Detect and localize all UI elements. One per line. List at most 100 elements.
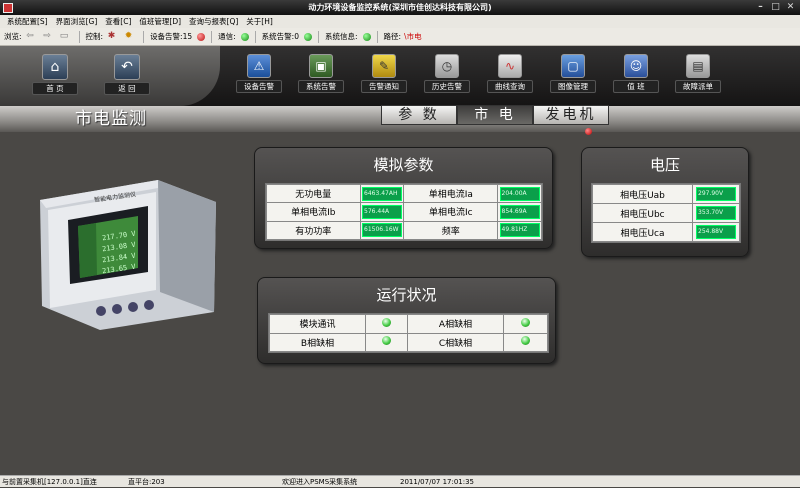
current-ia-value: 204.00A	[499, 186, 540, 201]
path-label: 路径:	[383, 32, 402, 41]
power-meter-image: 智能电力监测仪 217.70 V 213.08 V 213.84 V 213.6…	[38, 180, 218, 330]
current-ib-label: 单相电流Ib	[266, 202, 361, 222]
phase-a-loss-label: A相缺相	[407, 314, 504, 334]
menu-system-config[interactable]: 系统配置[S]	[3, 15, 52, 28]
status-table: 模块通讯 A相缺相 B相缺相 C相缺相	[268, 313, 549, 353]
status-panel-title: 运行状况	[376, 286, 437, 304]
system-alarm-button[interactable]: ▣ 系统告警	[298, 54, 344, 93]
path-value: \市电	[404, 32, 422, 41]
sys-alarm-label: 系统告警:0	[261, 32, 299, 41]
voltage-uca-label: 相电压Uca	[592, 222, 693, 242]
home-button[interactable]: ⌂ 首 页	[32, 54, 78, 95]
menu-browse[interactable]: 界面浏览[G]	[52, 15, 102, 28]
duty-button[interactable]: ☺ 值 班	[613, 54, 659, 93]
voltage-panel: 电压 相电压Uab 297.90V 相电压Ubc 353.70V 相电压Uca …	[581, 147, 749, 257]
voltage-uab-label: 相电压Uab	[592, 184, 693, 204]
device-alarm-button[interactable]: ⚠ 设备告警	[236, 54, 282, 93]
table-row: 单相电流Ib 576.44A 单相电流Ic 854.69A	[266, 202, 542, 222]
home-icon: ⌂	[42, 54, 68, 80]
notice-icon: ✎	[372, 54, 396, 78]
folder-icon[interactable]: ▭	[59, 31, 70, 42]
tab-params[interactable]: 参 数	[381, 105, 457, 125]
table-row: B相缺相 C相缺相	[269, 332, 548, 352]
alarm-notice-button[interactable]: ✎ 告警通知	[361, 54, 407, 93]
document-icon: ▤	[686, 54, 710, 78]
analog-params-panel: 模拟参数 无功电量 6463.47AH 单相电流Ia 204.00A 单相电流I…	[254, 147, 553, 249]
table-row: 相电压Uab 297.90V	[592, 184, 740, 204]
datetime: 2011/07/07 17:01:35	[400, 478, 475, 486]
meter-button-4	[144, 300, 154, 310]
voltage-ubc-label: 相电压Ubc	[592, 203, 693, 223]
module-comm-lamp	[382, 317, 391, 327]
phase-b-loss-label: B相缺相	[269, 332, 366, 352]
back-arrow-icon[interactable]: ⇦	[25, 31, 36, 42]
frequency-label: 频率	[403, 220, 499, 241]
clock-icon: ◷	[435, 54, 459, 78]
menu-query-report[interactable]: 查询与报表[Q]	[185, 15, 242, 28]
close-icon[interactable]: ✕	[785, 2, 796, 13]
sys-info-indicator[interactable]	[362, 32, 371, 41]
curve-chart-icon: ∿	[498, 54, 522, 78]
current-ic-label: 单相电流Ic	[403, 202, 499, 222]
active-power-label: 有功功率	[266, 220, 361, 241]
tab-mains[interactable]: 市 电	[457, 105, 533, 125]
monitor-icon: ▢	[561, 54, 585, 78]
chip-icon: ▣	[309, 54, 333, 78]
voltage-ubc-value: 353.70V	[696, 206, 736, 220]
return-arrow-icon: ↶	[114, 54, 140, 80]
comm-indicator[interactable]	[240, 32, 249, 41]
table-row: 有功功率 61506.16W 频率 49.81HZ	[266, 220, 542, 241]
curve-query-button[interactable]: ∿ 曲线查询	[487, 54, 533, 93]
menu-duty[interactable]: 值班管理[D]	[135, 15, 185, 28]
meter-button-3	[128, 302, 138, 312]
phase-c-loss-lamp	[521, 336, 530, 346]
table-row: 模块通讯 A相缺相	[269, 314, 548, 334]
alarm-dot	[585, 128, 592, 135]
history-alarm-button[interactable]: ◷ 历史告警	[424, 54, 470, 93]
platform-status: 直平台:203	[128, 478, 165, 486]
bug-icon[interactable]: ✱	[106, 31, 117, 42]
tab-generator[interactable]: 发电机	[533, 105, 609, 125]
welcome-message: 欢迎进入PSMS采集系统	[282, 478, 358, 486]
table-row: 相电压Uca 254.88V	[592, 222, 740, 242]
toolbar: 浏览: ⇦ ⇨ ▭ 控制: ✱ ✹ 设备告警:15 通信: 系统告警:0 系统信…	[0, 28, 800, 46]
user-icon: ☺	[624, 54, 648, 78]
active-power-value: 61506.16W	[362, 223, 403, 238]
reactive-energy-value: 6463.47AH	[362, 186, 403, 201]
meter-button-1	[96, 306, 106, 316]
image-manage-button[interactable]: ▢ 图像管理	[550, 54, 596, 93]
voltage-panel-title: 电压	[649, 156, 680, 174]
reactive-energy-label: 无功电量	[266, 183, 361, 204]
fault-dispatch-button[interactable]: ▤ 故障派单	[675, 54, 721, 93]
menu-view[interactable]: 查看[C]	[101, 15, 135, 28]
analog-table: 无功电量 6463.47AH 单相电流Ia 204.00A 单相电流Ib 576…	[265, 183, 543, 241]
back-button[interactable]: ↶ 返 回	[104, 54, 150, 95]
light-icon[interactable]: ✹	[123, 31, 134, 42]
voltage-uca-value: 254.88V	[696, 225, 736, 239]
comm-label: 通信:	[218, 32, 236, 41]
page-title: 市电监测	[75, 109, 147, 129]
connection-status: 与前置采集机[127.0.0.1]直连	[2, 478, 97, 486]
voltage-uab-value: 297.90V	[696, 187, 736, 201]
current-ia-label: 单相电流Ia	[403, 183, 499, 204]
menu-bar: 系统配置[S] 界面浏览[G] 查看[C] 值班管理[D] 查询与报表[Q] 关…	[0, 15, 800, 28]
meter-button-2	[112, 304, 122, 314]
device-alarm-indicator[interactable]	[197, 32, 206, 41]
maximize-icon[interactable]: □	[770, 2, 781, 13]
window-titlebar: 动力环境设备监控系统(深圳市佳创达科技有限公司) – □ ✕	[0, 0, 800, 15]
phase-a-loss-lamp	[521, 317, 530, 327]
app-icon	[3, 3, 13, 13]
table-row: 无功电量 6463.47AH 单相电流Ia 204.00A	[266, 183, 542, 204]
sys-alarm-indicator[interactable]	[303, 32, 312, 41]
menu-about[interactable]: 关于[H]	[242, 15, 277, 28]
window-title: 动力环境设备监控系统(深圳市佳创达科技有限公司)	[308, 3, 492, 12]
warning-icon: ⚠	[247, 54, 271, 78]
forward-arrow-icon[interactable]: ⇨	[42, 31, 53, 42]
sys-info-label: 系统信息:	[324, 32, 358, 41]
minimize-icon[interactable]: –	[755, 2, 766, 13]
phase-c-loss-label: C相缺相	[407, 332, 504, 352]
voltage-table: 相电压Uab 297.90V 相电压Ubc 353.70V 相电压Uca 254…	[591, 183, 741, 243]
current-ic-value: 854.69A	[499, 204, 540, 219]
device-alarm-label: 设备告警:15	[150, 32, 193, 41]
analog-panel-title: 模拟参数	[373, 156, 434, 174]
